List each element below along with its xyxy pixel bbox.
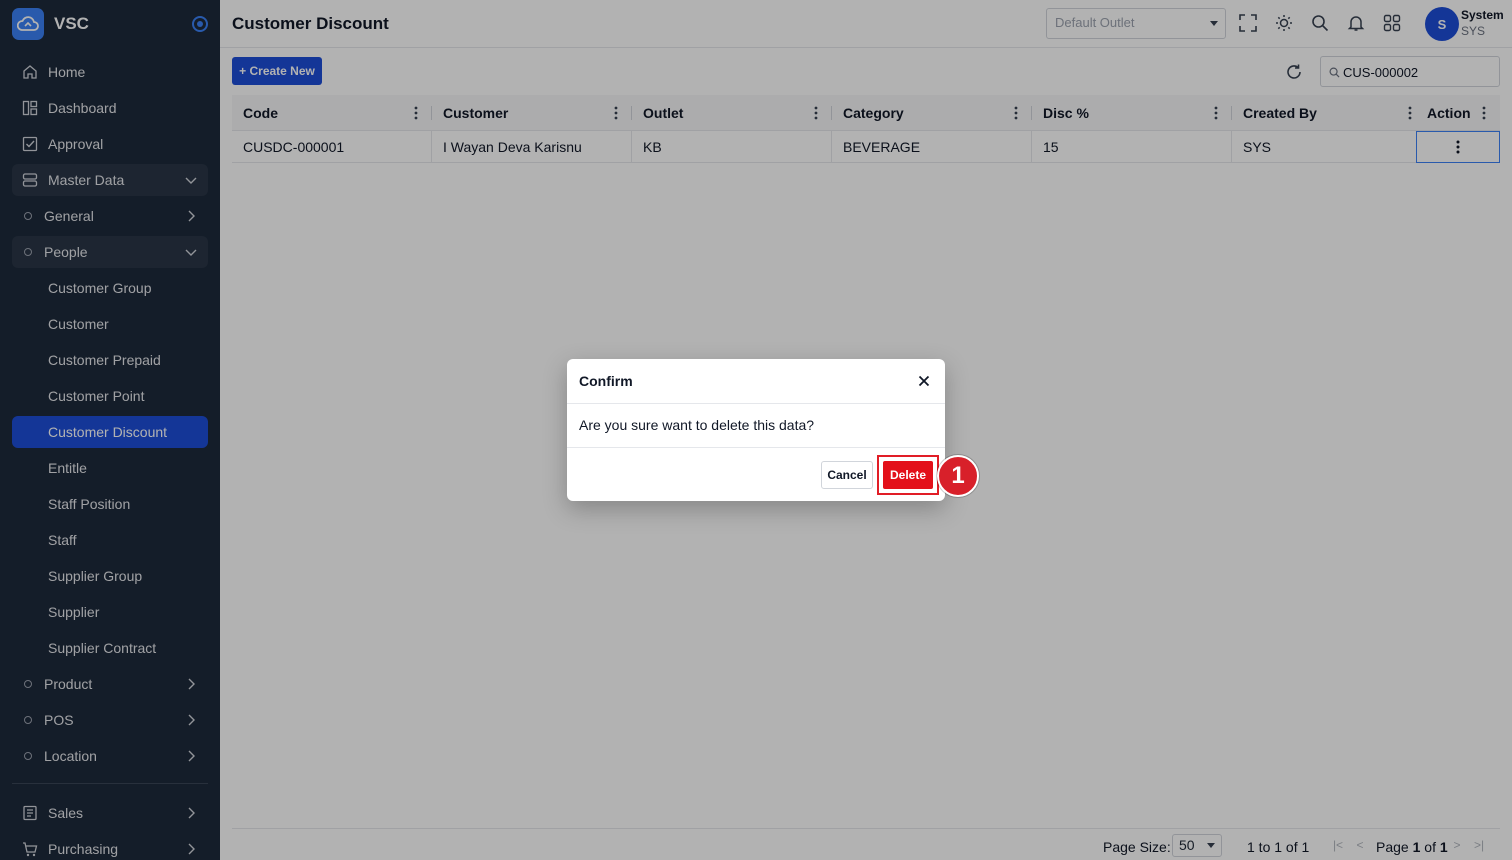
dialog-divider	[567, 403, 945, 404]
confirm-dialog: Confirm Are you sure want to delete this…	[567, 359, 945, 501]
close-icon[interactable]	[917, 374, 931, 388]
step-number-badge: 1	[937, 455, 979, 497]
dialog-title: Confirm	[579, 373, 633, 389]
dialog-message: Are you sure want to delete this data?	[579, 417, 815, 433]
cancel-button[interactable]: Cancel	[821, 461, 873, 489]
dialog-divider	[567, 447, 945, 448]
delete-button[interactable]: Delete	[883, 461, 933, 489]
delete-button-highlight: Delete	[877, 455, 939, 495]
